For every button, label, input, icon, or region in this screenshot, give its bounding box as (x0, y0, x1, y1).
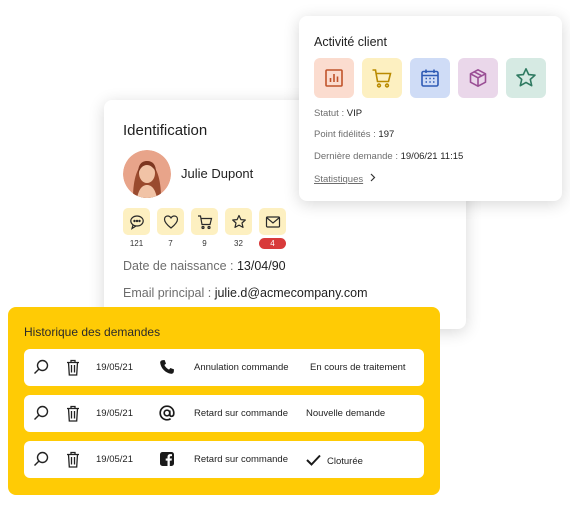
birth-date-label: Date de naissance : (123, 259, 237, 273)
statistics-link-label: Statistiques (314, 173, 364, 185)
activity-card: Activité client Statut: VIP Point fidél… (299, 16, 562, 201)
chip-favorites[interactable]: 7 (157, 208, 184, 249)
phone-icon (158, 358, 176, 376)
trash-icon[interactable] (64, 358, 82, 376)
chip-mails[interactable]: 4 (259, 208, 286, 249)
check-icon (306, 454, 321, 469)
request-status-text: Nouvelle demande (306, 408, 386, 419)
chip-count: 9 (202, 239, 207, 248)
unread-badge: 4 (259, 238, 286, 249)
chip-count: 121 (129, 239, 144, 248)
table-row[interactable]: 19/05/21 Annulation commande En cours de… (24, 349, 424, 386)
mail-icon (259, 208, 286, 235)
box-icon[interactable] (458, 58, 498, 98)
status-value: VIP (346, 108, 363, 119)
facebook-icon (158, 450, 176, 468)
search-icon[interactable] (32, 358, 50, 376)
cart-icon (191, 208, 218, 235)
request-date: 19/05/21 (96, 362, 133, 373)
table-row[interactable]: 19/05/21 Retard sur commande Cloturée (24, 441, 424, 478)
calendar-icon[interactable] (410, 58, 450, 98)
statistics-link[interactable]: Statistiques (314, 173, 376, 185)
trash-icon[interactable] (64, 404, 82, 422)
search-icon[interactable] (32, 404, 50, 422)
cart-icon[interactable] (362, 58, 402, 98)
points-label: Point fidélités : (314, 129, 379, 140)
table-row[interactable]: 19/05/21 Retard sur commande Nouvelle de… (24, 395, 424, 432)
request-history-panel: Historique des demandes 19/05/21 Annulat… (8, 307, 440, 495)
star-icon (225, 208, 252, 235)
request-date: 19/05/21 (96, 454, 133, 465)
chat-icon (123, 208, 150, 235)
chip-orders[interactable]: 9 (191, 208, 218, 249)
trash-icon[interactable] (64, 450, 82, 468)
status-label: Statut : (314, 108, 347, 119)
request-status: En cours de traitement (310, 362, 406, 373)
request-reason: Retard sur commande (194, 454, 288, 465)
chip-count: 7 (168, 239, 173, 248)
points-value: 197 (378, 129, 395, 140)
request-date: 19/05/21 (96, 408, 133, 419)
request-reason: Retard sur commande (194, 408, 288, 419)
birth-date-value: 13/04/90 (236, 259, 286, 273)
request-status: Cloturée (306, 454, 363, 469)
chip-count: 32 (234, 239, 243, 248)
activity-shortcuts (314, 58, 546, 98)
primary-email: Email principal : julie.d@acmecompany.co… (123, 286, 368, 300)
loyalty-points: Point fidélités : 197 (314, 129, 394, 140)
chart-icon[interactable] (314, 58, 354, 98)
request-status-text: Cloturée (327, 456, 363, 467)
activity-title: Activité client (314, 35, 387, 49)
last-request-label: Dernière demande : (314, 151, 401, 162)
search-icon[interactable] (32, 450, 50, 468)
chevron-right-icon (369, 173, 376, 185)
heart-icon (157, 208, 184, 235)
email-label: Email principal : (123, 286, 215, 300)
last-request-value: 19/06/21 11:15 (400, 151, 464, 162)
last-request: Dernière demande : 19/06/21 11:15 (314, 151, 463, 162)
request-reason: Annulation commande (194, 362, 289, 373)
history-title: Historique des demandes (24, 325, 161, 339)
at-icon (158, 404, 176, 422)
chip-messages[interactable]: 121 (123, 208, 150, 249)
customer-status: Statut : VIP (314, 108, 362, 119)
chip-reviews[interactable]: 32 (225, 208, 252, 249)
request-status: Nouvelle demande (306, 408, 385, 419)
interaction-chips: 121 7 9 32 4 (123, 208, 286, 249)
customer-name: Julie Dupont (181, 166, 254, 181)
identification-title: Identification (123, 122, 208, 139)
email-value[interactable]: julie.d@acmecompany.com (215, 286, 368, 300)
star-icon[interactable] (506, 58, 546, 98)
birth-date: Date de naissance : 13/04/90 (123, 259, 286, 273)
request-status-text: En cours de traitement (310, 362, 406, 373)
avatar (123, 150, 171, 198)
